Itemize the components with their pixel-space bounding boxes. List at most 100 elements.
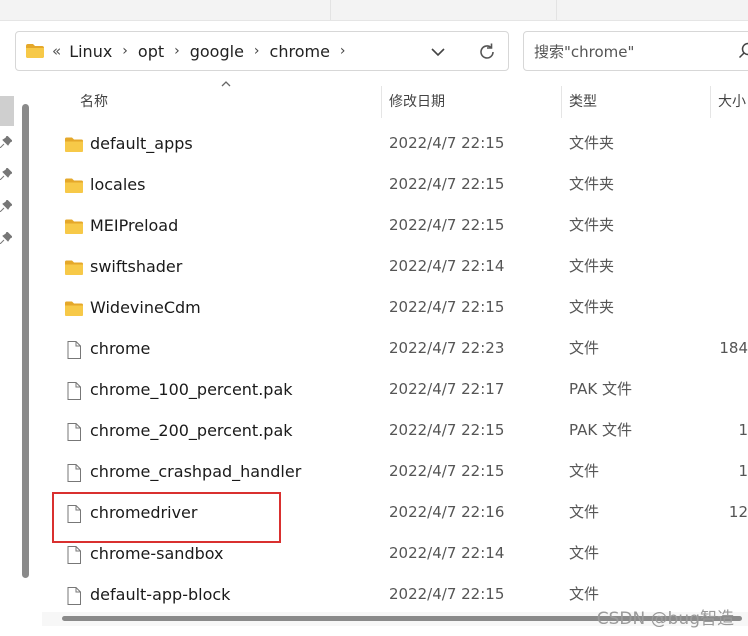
file-type: 文件 [569, 544, 600, 562]
file-icon [67, 423, 81, 441]
file-type: 文件 [569, 462, 600, 480]
pin-icon[interactable] [0, 232, 12, 244]
file-modified: 2022/4/7 22:16 [389, 503, 505, 521]
search-input[interactable] [532, 40, 736, 64]
file-modified: 2022/4/7 22:14 [389, 544, 505, 562]
column-header-modified[interactable]: 修改日期 [389, 84, 445, 120]
column-header: 名称 修改日期 类型 大小 [42, 81, 748, 120]
file-row[interactable]: chrome_200_percent.pak 2022/4/7 22:15 PA… [42, 410, 748, 451]
breadcrumb-separator[interactable]: › [122, 43, 128, 59]
address-bar[interactable]: « Linux › opt › google › chrome › [15, 31, 509, 71]
folder-icon [26, 44, 44, 58]
file-type: 文件夹 [569, 298, 615, 316]
file-modified: 2022/4/7 22:15 [389, 216, 505, 234]
folder-icon [65, 137, 83, 152]
file-modified: 2022/4/7 22:17 [389, 380, 505, 398]
file-name: locales [90, 175, 146, 194]
file-row[interactable]: WidevineCdm 2022/4/7 22:15 文件夹 [42, 287, 748, 328]
file-type: 文件 [569, 503, 600, 521]
file-size: 184 [719, 339, 748, 357]
pin-icon[interactable] [0, 136, 12, 148]
folder-icon [65, 219, 83, 234]
highlight-annotation-box [52, 492, 281, 543]
file-name: chrome [90, 339, 151, 358]
file-size: 1 [738, 421, 748, 439]
title-strip [0, 0, 748, 21]
file-row[interactable]: chrome_100_percent.pak 2022/4/7 22:17 PA… [42, 369, 748, 410]
file-type: 文件夹 [569, 134, 615, 152]
file-size [718, 369, 748, 410]
file-modified: 2022/4/7 22:15 [389, 298, 505, 316]
breadcrumb-item-chrome[interactable]: chrome [270, 42, 330, 61]
breadcrumb-separator[interactable]: › [254, 43, 260, 59]
file-size [718, 246, 748, 287]
pin-icon[interactable] [0, 200, 12, 212]
nav-selected-item[interactable] [0, 96, 14, 126]
file-size: 1 [738, 462, 748, 480]
file-row[interactable]: default_apps 2022/4/7 22:15 文件夹 [42, 123, 748, 164]
folder-icon [65, 301, 83, 316]
breadcrumb-item-google[interactable]: google [190, 42, 244, 61]
folder-icon [65, 260, 83, 275]
file-row[interactable]: locales 2022/4/7 22:15 文件夹 [42, 164, 748, 205]
file-icon [67, 382, 81, 400]
breadcrumb-separator[interactable]: › [340, 43, 346, 59]
file-modified: 2022/4/7 22:23 [389, 339, 505, 357]
column-divider[interactable] [381, 86, 382, 118]
file-name: MEIPreload [90, 216, 179, 235]
refresh-icon[interactable] [476, 41, 498, 63]
file-type: 文件夹 [569, 216, 615, 234]
pin-icon[interactable] [0, 168, 12, 180]
breadcrumb-separator[interactable]: › [174, 43, 180, 59]
file-row[interactable]: chrome 2022/4/7 22:23 文件 184 [42, 328, 748, 369]
file-modified: 2022/4/7 22:15 [389, 462, 505, 480]
file-size [718, 123, 748, 164]
file-name: chrome_crashpad_handler [90, 462, 302, 481]
file-size [718, 533, 748, 574]
file-icon [67, 587, 81, 605]
search-icon[interactable] [738, 42, 748, 60]
file-type: PAK 文件 [569, 380, 632, 398]
file-name: default_apps [90, 134, 193, 153]
vertical-scrollbar[interactable] [22, 104, 29, 578]
breadcrumb-overflow[interactable]: « [52, 42, 61, 60]
file-icon [67, 464, 81, 482]
file-type: 文件 [569, 585, 600, 603]
navigation-pane [0, 90, 18, 630]
column-header-size[interactable]: 大小 [718, 84, 746, 120]
file-modified: 2022/4/7 22:15 [389, 421, 505, 439]
file-size [718, 287, 748, 328]
sort-ascending-icon [221, 81, 231, 87]
file-modified: 2022/4/7 22:14 [389, 257, 505, 275]
breadcrumb-item-linux[interactable]: Linux [69, 42, 112, 61]
chevron-down-icon[interactable] [428, 42, 448, 62]
file-name: chrome_100_percent.pak [90, 380, 293, 399]
file-icon [67, 341, 81, 359]
watermark: CSDN @bug智造 [596, 609, 734, 629]
folder-icon [65, 178, 83, 193]
breadcrumb-item-opt[interactable]: opt [138, 42, 164, 61]
column-header-name[interactable]: 名称 [80, 84, 108, 120]
file-modified: 2022/4/7 22:15 [389, 134, 505, 152]
file-size: 12 [728, 503, 748, 521]
file-type: 文件夹 [569, 257, 615, 275]
file-name: chrome_200_percent.pak [90, 421, 293, 440]
file-row[interactable]: chrome_crashpad_handler 2022/4/7 22:15 文… [42, 451, 748, 492]
file-icon [67, 546, 81, 564]
file-type: PAK 文件 [569, 421, 632, 439]
file-type: 文件夹 [569, 175, 615, 193]
file-name: swiftshader [90, 257, 183, 276]
column-divider[interactable] [561, 86, 562, 118]
breadcrumb: « Linux › opt › google › chrome › [52, 32, 356, 70]
file-name: WidevineCdm [90, 298, 201, 317]
file-row[interactable]: MEIPreload 2022/4/7 22:15 文件夹 [42, 205, 748, 246]
file-row[interactable]: swiftshader 2022/4/7 22:14 文件夹 [42, 246, 748, 287]
column-divider[interactable] [710, 86, 711, 118]
column-header-type[interactable]: 类型 [569, 84, 597, 120]
file-modified: 2022/4/7 22:15 [389, 175, 505, 193]
file-size [718, 205, 748, 246]
file-size [718, 164, 748, 205]
file-name: default-app-block [90, 585, 231, 604]
file-modified: 2022/4/7 22:15 [389, 585, 505, 603]
search-box[interactable] [523, 31, 748, 71]
